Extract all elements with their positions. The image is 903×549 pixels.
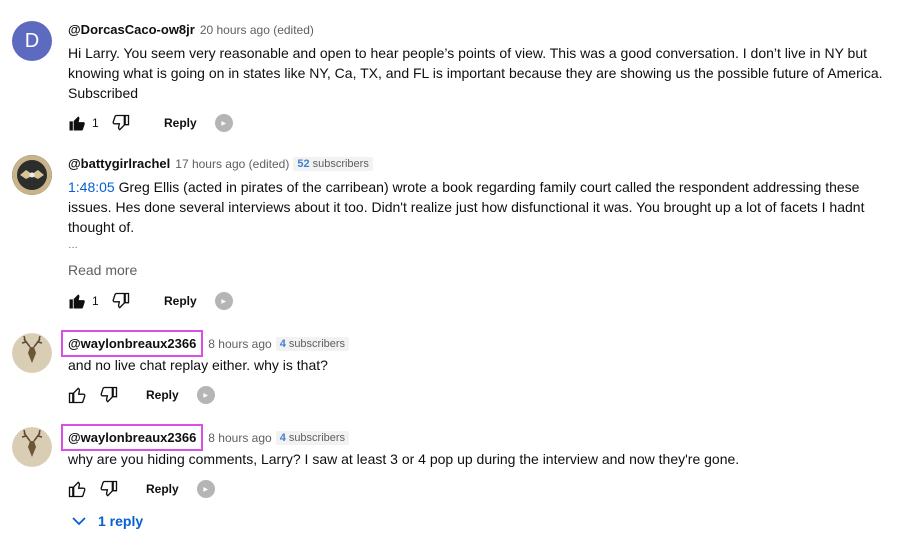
- action-bar: Reply ▶: [66, 383, 215, 407]
- replies-count-label: 1 reply: [98, 513, 144, 529]
- like-count: 1: [92, 116, 99, 130]
- dislike-button[interactable]: [110, 290, 132, 312]
- like-icon: [69, 294, 85, 309]
- deer-avatar-icon: [12, 427, 52, 467]
- action-bar: 1 Reply ▶: [66, 111, 233, 135]
- like-button[interactable]: [66, 384, 88, 406]
- like-icon: [68, 387, 86, 404]
- comment-header: @battygirlrachel 17 hours ago (edited) 5…: [68, 156, 373, 171]
- subscriber-label: subscribers: [288, 337, 346, 350]
- like-button[interactable]: [66, 478, 88, 500]
- dislike-button[interactable]: [98, 384, 120, 406]
- comment-text: why are you hiding comments, Larry? I sa…: [68, 451, 740, 467]
- comment-time[interactable]: 20 hours ago (edited): [200, 23, 314, 37]
- dislike-button[interactable]: [110, 112, 132, 134]
- author-name[interactable]: @waylonbreaux2366: [61, 424, 204, 451]
- avatar[interactable]: D: [12, 21, 52, 61]
- subscriber-count: 4: [279, 431, 286, 444]
- author-name[interactable]: @waylonbreaux2366: [61, 330, 204, 357]
- reply-button[interactable]: Reply: [146, 482, 179, 496]
- avatar[interactable]: [12, 333, 52, 373]
- dislike-icon: [112, 114, 130, 131]
- action-bar: Reply ▶: [66, 477, 215, 501]
- avatar[interactable]: [12, 427, 52, 467]
- subscriber-badge: 4 subscribers: [275, 336, 350, 351]
- avatar[interactable]: [12, 155, 52, 195]
- like-button[interactable]: [66, 290, 88, 312]
- like-button[interactable]: [66, 112, 88, 134]
- deer-avatar-icon: [12, 333, 52, 373]
- comment-header: @waylonbreaux2366 8 hours ago 4 subscribe…: [61, 330, 350, 357]
- reply-button[interactable]: Reply: [146, 388, 179, 402]
- subscriber-count: 4: [279, 337, 286, 350]
- reply-button[interactable]: Reply: [164, 294, 197, 308]
- comment-text: and no live chat replay either. why is t…: [68, 357, 328, 373]
- subscriber-label: subscribers: [312, 157, 369, 170]
- avatar-image-icon: [12, 155, 52, 195]
- author-name[interactable]: @DorcasCaco-ow8jr: [68, 22, 195, 37]
- creator-heart-icon[interactable]: ▶: [214, 114, 233, 132]
- comment-time[interactable]: 8 hours ago: [208, 431, 271, 445]
- comment-header: @DorcasCaco-ow8jr 20 hours ago (edited): [68, 22, 314, 37]
- view-replies-button[interactable]: 1 reply: [72, 513, 143, 529]
- comment-time[interactable]: 17 hours ago (edited): [175, 157, 289, 171]
- comment-header: @waylonbreaux2366 8 hours ago 4 subscribe…: [61, 424, 350, 451]
- subscriber-count: 52: [297, 157, 310, 170]
- like-icon: [68, 481, 86, 498]
- subscriber-label: subscribers: [288, 431, 346, 444]
- avatar-letter: D: [24, 29, 40, 52]
- subscriber-badge: 4 subscribers: [275, 430, 350, 445]
- dislike-icon: [100, 386, 118, 403]
- creator-heart-icon[interactable]: ▶: [214, 292, 233, 310]
- like-icon: [69, 116, 85, 131]
- comment-text: Greg Ellis (acted in pirates of the carr…: [68, 179, 865, 235]
- author-name[interactable]: @battygirlrachel: [68, 156, 170, 171]
- chevron-down-icon: [72, 517, 86, 526]
- dislike-button[interactable]: [98, 478, 120, 500]
- creator-heart-icon[interactable]: ▶: [196, 386, 215, 404]
- like-count: 1: [92, 294, 99, 308]
- comment-text-block: 1:48:05 Greg Ellis (acted in pirates of …: [68, 177, 888, 237]
- truncation-ellipsis: …: [68, 240, 78, 251]
- action-bar: 1 Reply ▶: [66, 289, 233, 313]
- read-more-button[interactable]: Read more: [68, 262, 137, 278]
- dislike-icon: [112, 292, 130, 309]
- timestamp-link[interactable]: 1:48:05: [68, 179, 115, 195]
- creator-heart-icon[interactable]: ▶: [196, 480, 215, 498]
- comment-text: Hi Larry. You seem very reasonable and o…: [68, 45, 883, 101]
- subscriber-badge: 52 subscribers: [293, 156, 373, 171]
- comment-time[interactable]: 8 hours ago: [208, 337, 271, 351]
- dislike-icon: [100, 480, 118, 497]
- reply-button[interactable]: Reply: [164, 116, 197, 130]
